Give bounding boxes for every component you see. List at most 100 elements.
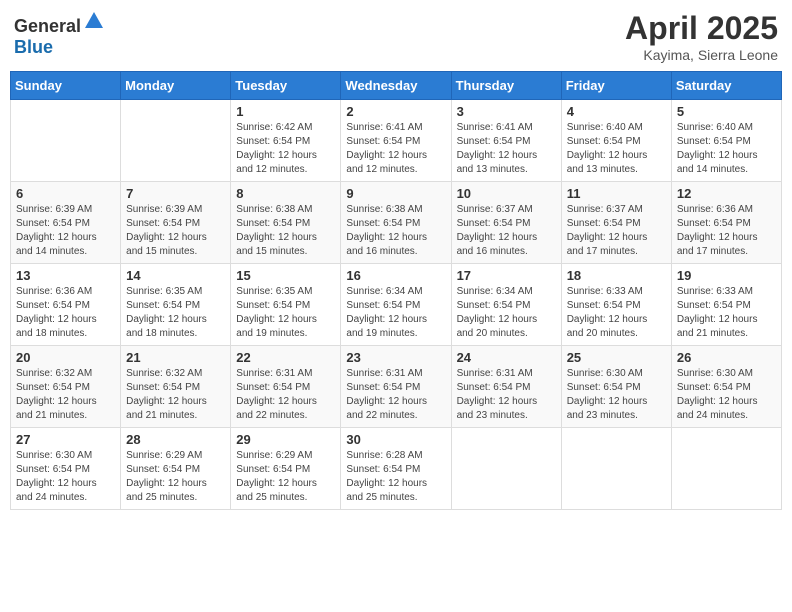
calendar-cell: 28 Sunrise: 6:29 AM Sunset: 6:54 PM Dayli…	[121, 428, 231, 510]
day-number: 19	[677, 268, 776, 283]
logo-general: General	[14, 16, 81, 36]
calendar-week-row: 13 Sunrise: 6:36 AM Sunset: 6:54 PM Dayli…	[11, 264, 782, 346]
day-info: Sunrise: 6:36 AM Sunset: 6:54 PM Dayligh…	[16, 285, 115, 341]
day-info: Sunrise: 6:32 AM Sunset: 6:54 PM Dayligh…	[16, 367, 115, 423]
day-info: Sunrise: 6:37 AM Sunset: 6:54 PM Dayligh…	[567, 203, 666, 259]
day-info: Sunrise: 6:39 AM Sunset: 6:54 PM Dayligh…	[126, 203, 225, 259]
day-info: Sunrise: 6:35 AM Sunset: 6:54 PM Dayligh…	[126, 285, 225, 341]
calendar-cell: 4 Sunrise: 6:40 AM Sunset: 6:54 PM Daylig…	[561, 100, 671, 182]
day-header-thursday: Thursday	[451, 72, 561, 100]
calendar-cell: 9 Sunrise: 6:38 AM Sunset: 6:54 PM Daylig…	[341, 182, 451, 264]
calendar-cell: 1 Sunrise: 6:42 AM Sunset: 6:54 PM Daylig…	[231, 100, 341, 182]
calendar-cell	[121, 100, 231, 182]
day-info: Sunrise: 6:32 AM Sunset: 6:54 PM Dayligh…	[126, 367, 225, 423]
calendar-header-row: SundayMondayTuesdayWednesdayThursdayFrid…	[11, 72, 782, 100]
day-info: Sunrise: 6:29 AM Sunset: 6:54 PM Dayligh…	[126, 449, 225, 505]
day-number: 21	[126, 350, 225, 365]
day-header-sunday: Sunday	[11, 72, 121, 100]
day-number: 11	[567, 186, 666, 201]
calendar-cell: 21 Sunrise: 6:32 AM Sunset: 6:54 PM Dayli…	[121, 346, 231, 428]
day-number: 27	[16, 432, 115, 447]
calendar-cell: 15 Sunrise: 6:35 AM Sunset: 6:54 PM Dayli…	[231, 264, 341, 346]
day-number: 30	[346, 432, 445, 447]
day-number: 16	[346, 268, 445, 283]
calendar-cell	[451, 428, 561, 510]
day-info: Sunrise: 6:30 AM Sunset: 6:54 PM Dayligh…	[567, 367, 666, 423]
month-title: April 2025	[625, 10, 778, 47]
calendar-cell: 22Sunrise: 6:31 AM Sunset: 6:54 PM Dayli…	[231, 346, 341, 428]
day-number: 7	[126, 186, 225, 201]
day-number: 6	[16, 186, 115, 201]
day-number: 1	[236, 104, 335, 119]
day-number: 28	[126, 432, 225, 447]
day-info: Sunrise: 6:40 AM Sunset: 6:54 PM Dayligh…	[567, 121, 666, 177]
day-number: 9	[346, 186, 445, 201]
calendar-cell: 25Sunrise: 6:30 AM Sunset: 6:54 PM Dayli…	[561, 346, 671, 428]
calendar-cell	[561, 428, 671, 510]
day-number: 10	[457, 186, 556, 201]
title-section: April 2025 Kayima, Sierra Leone	[625, 10, 778, 63]
day-number: 29	[236, 432, 335, 447]
day-info: Sunrise: 6:35 AM Sunset: 6:54 PM Dayligh…	[236, 285, 335, 341]
day-info: Sunrise: 6:37 AM Sunset: 6:54 PM Dayligh…	[457, 203, 556, 259]
day-number: 2	[346, 104, 445, 119]
calendar-cell: 5Sunrise: 6:40 AM Sunset: 6:54 PM Daylig…	[671, 100, 781, 182]
calendar-cell: 6Sunrise: 6:39 AM Sunset: 6:54 PM Daylig…	[11, 182, 121, 264]
logo-blue: Blue	[14, 37, 53, 57]
calendar-cell: 23Sunrise: 6:31 AM Sunset: 6:54 PM Dayli…	[341, 346, 451, 428]
calendar-table: SundayMondayTuesdayWednesdayThursdayFrid…	[10, 71, 782, 510]
day-info: Sunrise: 6:30 AM Sunset: 6:54 PM Dayligh…	[677, 367, 776, 423]
calendar-cell: 20 Sunrise: 6:32 AM Sunset: 6:54 PM Dayli…	[11, 346, 121, 428]
calendar-cell: 3Sunrise: 6:41 AM Sunset: 6:54 PM Daylig…	[451, 100, 561, 182]
day-info: Sunrise: 6:42 AM Sunset: 6:54 PM Dayligh…	[236, 121, 335, 177]
calendar-cell: 2 Sunrise: 6:41 AM Sunset: 6:54 PM Daylig…	[341, 100, 451, 182]
calendar-cell: 24Sunrise: 6:31 AM Sunset: 6:54 PM Dayli…	[451, 346, 561, 428]
day-number: 20	[16, 350, 115, 365]
calendar-cell: 17Sunrise: 6:34 AM Sunset: 6:54 PM Dayli…	[451, 264, 561, 346]
calendar-week-row: 20 Sunrise: 6:32 AM Sunset: 6:54 PM Dayli…	[11, 346, 782, 428]
calendar-cell	[11, 100, 121, 182]
day-info: Sunrise: 6:41 AM Sunset: 6:54 PM Dayligh…	[346, 121, 445, 177]
calendar-cell: 14 Sunrise: 6:35 AM Sunset: 6:54 PM Dayli…	[121, 264, 231, 346]
day-number: 3	[457, 104, 556, 119]
day-number: 14	[126, 268, 225, 283]
day-info: Sunrise: 6:31 AM Sunset: 6:54 PM Dayligh…	[457, 367, 556, 423]
calendar-cell: 27Sunrise: 6:30 AM Sunset: 6:54 PM Dayli…	[11, 428, 121, 510]
location: Kayima, Sierra Leone	[625, 47, 778, 63]
logo-icon	[83, 10, 105, 32]
calendar-cell: 8 Sunrise: 6:38 AM Sunset: 6:54 PM Daylig…	[231, 182, 341, 264]
day-info: Sunrise: 6:31 AM Sunset: 6:54 PM Dayligh…	[236, 367, 335, 423]
day-number: 4	[567, 104, 666, 119]
calendar-cell: 10 Sunrise: 6:37 AM Sunset: 6:54 PM Dayli…	[451, 182, 561, 264]
day-number: 26	[677, 350, 776, 365]
calendar-cell: 26 Sunrise: 6:30 AM Sunset: 6:54 PM Dayli…	[671, 346, 781, 428]
day-info: Sunrise: 6:33 AM Sunset: 6:54 PM Dayligh…	[567, 285, 666, 341]
day-info: Sunrise: 6:34 AM Sunset: 6:54 PM Dayligh…	[346, 285, 445, 341]
day-header-friday: Friday	[561, 72, 671, 100]
day-number: 15	[236, 268, 335, 283]
calendar-cell	[671, 428, 781, 510]
day-number: 18	[567, 268, 666, 283]
calendar-cell: 13 Sunrise: 6:36 AM Sunset: 6:54 PM Dayli…	[11, 264, 121, 346]
calendar-cell: 18 Sunrise: 6:33 AM Sunset: 6:54 PM Dayli…	[561, 264, 671, 346]
calendar-week-row: 27Sunrise: 6:30 AM Sunset: 6:54 PM Dayli…	[11, 428, 782, 510]
day-info: Sunrise: 6:38 AM Sunset: 6:54 PM Dayligh…	[346, 203, 445, 259]
calendar-cell: 7 Sunrise: 6:39 AM Sunset: 6:54 PM Daylig…	[121, 182, 231, 264]
day-info: Sunrise: 6:33 AM Sunset: 6:54 PM Dayligh…	[677, 285, 776, 341]
page-header: General Blue April 2025 Kayima, Sierra L…	[10, 10, 782, 63]
day-header-wednesday: Wednesday	[341, 72, 451, 100]
day-info: Sunrise: 6:36 AM Sunset: 6:54 PM Dayligh…	[677, 203, 776, 259]
day-number: 12	[677, 186, 776, 201]
day-header-saturday: Saturday	[671, 72, 781, 100]
calendar-cell: 12 Sunrise: 6:36 AM Sunset: 6:54 PM Dayli…	[671, 182, 781, 264]
day-info: Sunrise: 6:38 AM Sunset: 6:54 PM Dayligh…	[236, 203, 335, 259]
calendar-week-row: 1 Sunrise: 6:42 AM Sunset: 6:54 PM Daylig…	[11, 100, 782, 182]
day-header-tuesday: Tuesday	[231, 72, 341, 100]
day-number: 8	[236, 186, 335, 201]
calendar-cell: 30Sunrise: 6:28 AM Sunset: 6:54 PM Dayli…	[341, 428, 451, 510]
day-number: 23	[346, 350, 445, 365]
day-number: 13	[16, 268, 115, 283]
day-number: 5	[677, 104, 776, 119]
day-header-monday: Monday	[121, 72, 231, 100]
day-info: Sunrise: 6:29 AM Sunset: 6:54 PM Dayligh…	[236, 449, 335, 505]
